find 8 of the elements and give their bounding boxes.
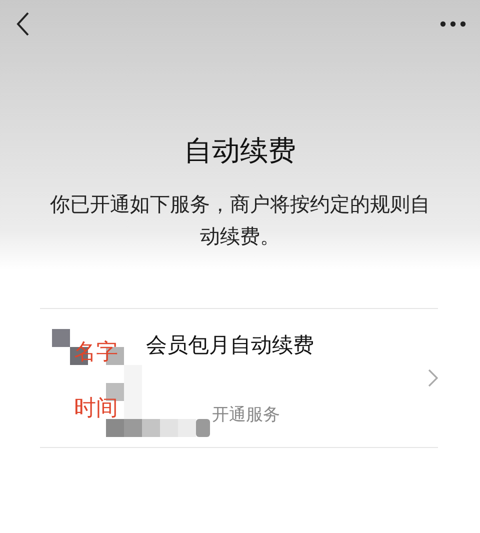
- more-icon[interactable]: [440, 21, 466, 27]
- service-status: 开通服务: [212, 404, 281, 426]
- annotation-text: 时间: [74, 395, 118, 423]
- page-title: 自动续费: [184, 133, 296, 169]
- back-icon[interactable]: [16, 12, 30, 36]
- service-name: 会员包月自动续费: [146, 332, 315, 358]
- description-text: 你已开通如下服务，商户将按约定的规则自动续费。: [49, 191, 431, 250]
- chevron-icon: [428, 369, 438, 387]
